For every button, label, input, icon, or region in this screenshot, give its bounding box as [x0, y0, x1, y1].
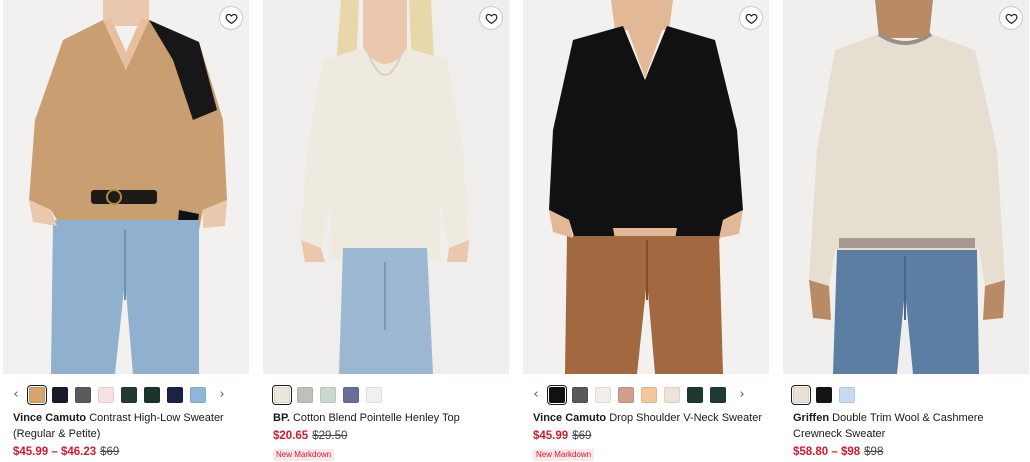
favorite-button[interactable] [479, 6, 503, 30]
color-swatch[interactable] [121, 387, 137, 403]
product-name: Drop Shoulder V-Neck Sweater [609, 412, 763, 424]
color-swatch[interactable] [52, 387, 68, 403]
favorite-button[interactable] [739, 6, 763, 30]
product-card[interactable]: BP. Cotton Blend Pointelle Henley Top $2… [263, 0, 509, 462]
markdown-badge: New Markdown [273, 449, 335, 461]
color-swatch[interactable] [572, 387, 588, 403]
color-swatch[interactable] [366, 387, 382, 403]
color-swatch[interactable] [790, 384, 812, 406]
color-swatch[interactable] [343, 387, 359, 403]
color-swatch[interactable] [26, 384, 48, 406]
swatch-prev-arrow[interactable]: ‹ [529, 385, 543, 405]
sale-price: $45.99 [533, 430, 569, 442]
swatch-prev-arrow[interactable]: ‹ [9, 385, 23, 405]
original-price: $98 [864, 446, 884, 458]
product-brand: Vince Camuto [13, 412, 87, 424]
product-card[interactable]: ‹ › Vince Camuto Drop Shoulder V-Neck Sw… [523, 0, 769, 462]
product-price: $58.80 – $98 $98 [793, 446, 883, 458]
product-title[interactable]: Vince Camuto Drop Shoulder V-Neck Sweate… [533, 410, 763, 426]
color-swatch[interactable] [618, 387, 634, 403]
color-swatch[interactable] [75, 387, 91, 403]
color-swatch[interactable] [271, 384, 293, 406]
color-swatch[interactable] [320, 387, 336, 403]
product-price: $45.99 $69 [533, 430, 591, 442]
product-brand: Griffen [793, 412, 830, 424]
product-price: $20.65 $29.50 [273, 430, 347, 442]
color-swatch[interactable] [641, 387, 657, 403]
heart-outline-icon [1005, 13, 1017, 24]
product-title[interactable]: Vince Camuto Contrast High-Low Sweater (… [13, 410, 243, 442]
color-swatch[interactable] [98, 387, 114, 403]
sale-price: $45.99 – $46.23 [13, 446, 97, 458]
color-swatch[interactable] [687, 387, 703, 403]
product-name: Cotton Blend Pointelle Henley Top [292, 412, 460, 424]
product-image[interactable] [523, 0, 769, 374]
color-swatches [783, 384, 1029, 406]
heart-outline-icon [225, 13, 237, 24]
color-swatch[interactable] [144, 387, 160, 403]
product-title[interactable]: Griffen Double Trim Wool & Cashmere Crew… [793, 410, 1023, 442]
original-price: $69 [572, 430, 592, 442]
color-swatch[interactable] [839, 387, 855, 403]
color-swatch[interactable] [816, 387, 832, 403]
sale-price: $20.65 [273, 430, 309, 442]
favorite-button[interactable] [219, 6, 243, 30]
color-swatch[interactable] [167, 387, 183, 403]
color-swatches: ‹ › [523, 384, 769, 406]
product-card[interactable]: Griffen Double Trim Wool & Cashmere Crew… [783, 0, 1029, 462]
product-card[interactable]: ‹ › Vince Camuto Contrast High-Low Sweat… [3, 0, 249, 462]
markdown-badge: New Markdown [533, 449, 595, 461]
color-swatch[interactable] [664, 387, 680, 403]
color-swatch[interactable] [546, 384, 568, 406]
color-swatch[interactable] [710, 387, 726, 403]
original-price: $69 [100, 446, 120, 458]
original-price: $29.50 [312, 430, 348, 442]
product-brand: Vince Camuto [533, 412, 607, 424]
product-image[interactable] [3, 0, 249, 374]
color-swatch[interactable] [595, 387, 611, 403]
swatch-next-arrow[interactable]: › [735, 385, 749, 405]
product-image[interactable] [263, 0, 509, 374]
swatch-next-arrow[interactable]: › [215, 385, 229, 405]
product-title[interactable]: BP. Cotton Blend Pointelle Henley Top [273, 410, 503, 426]
color-swatch[interactable] [190, 387, 206, 403]
product-image[interactable] [783, 0, 1029, 374]
product-brand: BP. [273, 412, 290, 424]
sale-price: $58.80 – $98 [793, 446, 861, 458]
heart-outline-icon [485, 13, 497, 24]
color-swatch[interactable] [297, 387, 313, 403]
color-swatches: ‹ › [3, 384, 249, 406]
heart-outline-icon [745, 13, 757, 24]
color-swatches [263, 384, 509, 406]
favorite-button[interactable] [999, 6, 1023, 30]
product-price: $45.99 – $46.23 $69 [13, 446, 119, 458]
